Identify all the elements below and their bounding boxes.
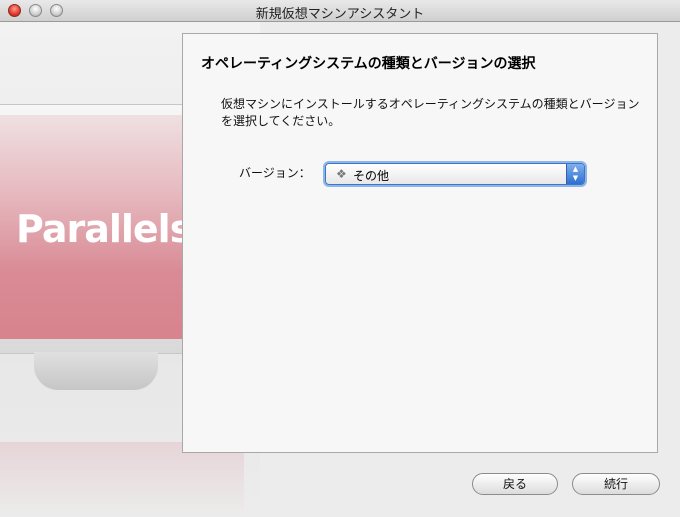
window-title: 新規仮想マシンアシスタント	[255, 7, 425, 22]
version-label: バージョン：	[239, 166, 311, 180]
title-bar: 新規仮想マシンアシスタント	[0, 0, 680, 22]
page-title: オペレーティングシステムの種類とバージョンの選択	[201, 56, 536, 72]
version-popup[interactable]: ❖ その他 ▲ ▼	[325, 163, 585, 185]
instruction-text: 仮想マシンにインストールするオペレーティングシステムの種類とバージョンを選択して…	[221, 97, 640, 128]
content-panel: オペレーティングシステムの種類とバージョンの選択 仮想マシンにインストールするオ…	[182, 33, 658, 453]
monitor-reflection	[0, 442, 244, 517]
popup-arrows-icon: ▲ ▼	[566, 164, 584, 184]
other-os-icon: ❖	[336, 167, 347, 181]
monitor-stand	[34, 352, 158, 390]
back-button[interactable]: 戻る	[472, 473, 558, 495]
version-selected-value: その他	[353, 169, 390, 183]
continue-button[interactable]: 続行	[572, 473, 660, 495]
parallels-logo: Parallels	[16, 207, 192, 251]
assistant-window: 新規仮想マシンアシスタント Parallels ™ オペレーティングシステムの種…	[0, 0, 680, 517]
